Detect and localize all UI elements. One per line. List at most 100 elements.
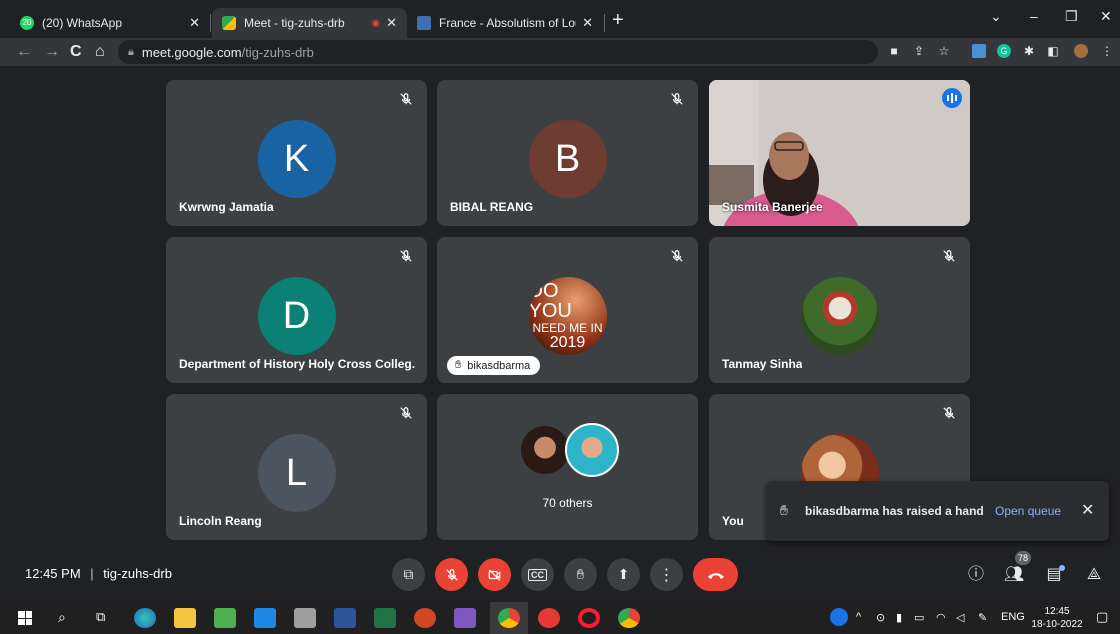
app-icon[interactable] [454, 608, 476, 628]
meet-control-bar: 12:45 PM | tig-zuhs-drb ⧉ CC ✋︎ ⬆ ⋮ ⓘ 👥︎… [0, 548, 1120, 600]
notification-icon[interactable]: ▢ [1096, 609, 1108, 625]
url-domain: meet.google.com [141, 44, 242, 60]
meeting-info: 12:45 PM | tig-zuhs-drb [25, 566, 172, 581]
present-screen-button[interactable]: ⬆ [607, 558, 640, 591]
participant-tile[interactable]: B BIBAL REANG [437, 80, 698, 226]
raise-hand-button[interactable]: ✋︎ [564, 558, 597, 591]
people-count-badge: 78 [1015, 551, 1031, 565]
leave-call-button[interactable] [693, 558, 738, 591]
back-button[interactable]: ← [16, 42, 32, 62]
home-button[interactable]: ⌂ [95, 42, 105, 62]
speaking-indicator-icon [942, 88, 962, 108]
wifi-icon[interactable]: ◠ [936, 611, 946, 624]
opera-icon[interactable] [578, 608, 600, 628]
reload-button[interactable]: C [70, 42, 82, 62]
word-icon[interactable] [334, 608, 356, 628]
address-bar[interactable]: 🔒︎ meet.google.com/tig-zuhs-drb [118, 40, 878, 64]
battery-icon[interactable]: ▭ [914, 611, 924, 624]
meeting-details-button[interactable]: ⓘ [965, 564, 987, 586]
participant-tile[interactable]: L Lincoln Reang [166, 394, 427, 540]
file-explorer-icon[interactable] [174, 608, 196, 628]
people-button[interactable]: 👥︎ 78 [1003, 551, 1031, 586]
pen-icon[interactable]: ✎ [978, 611, 987, 624]
close-toast-button[interactable]: ✕ [1081, 500, 1094, 520]
chat-button[interactable]: ▤ [1043, 564, 1065, 586]
participant-video-tile[interactable]: Susmita Banerjee [709, 80, 970, 226]
tab-meet[interactable]: Meet - tig-zuhs-drb ◉ ✕ [212, 8, 407, 38]
participant-tile[interactable]: Tanmay Sinha [709, 237, 970, 383]
help-icon[interactable] [830, 608, 848, 626]
activities-shapes-icon: ⟁ [1086, 566, 1102, 583]
start-button[interactable] [18, 611, 32, 625]
mail-icon[interactable] [254, 608, 276, 628]
avatar-text-line: 2019 [549, 334, 586, 351]
tab-france[interactable]: France - Absolutism of Louis | Bri ✕ [407, 8, 603, 38]
close-tab-icon[interactable]: ✕ [386, 15, 397, 31]
language-indicator[interactable]: ENG [1001, 611, 1025, 623]
menu-kebab-icon[interactable]: ⋮ [1100, 44, 1114, 58]
camera-in-use-icon[interactable]: ■ [887, 44, 901, 58]
volume-icon[interactable]: ◁ [956, 611, 964, 624]
side-panel-icon[interactable]: ◧ [1046, 44, 1060, 58]
extensions-puzzle-icon[interactable]: ✱ [1022, 44, 1036, 58]
share-icon[interactable]: ⇪ [912, 44, 926, 58]
tab-divider [604, 14, 605, 32]
close-window-button[interactable]: ✕ [1100, 8, 1112, 25]
toggle-mic-button[interactable] [435, 558, 468, 591]
tab-whatsapp[interactable]: 20 (20) WhatsApp ✕ [10, 8, 210, 38]
mic-off-icon [400, 407, 412, 419]
avatar: L [257, 434, 336, 512]
present-layout-button[interactable]: ⧉ [392, 558, 425, 591]
close-tab-icon[interactable]: ✕ [582, 15, 593, 31]
clock-time: 12:45 [1044, 606, 1070, 617]
extension-icon[interactable] [972, 44, 986, 58]
bookmark-star-icon[interactable]: ☆ [937, 44, 951, 58]
participant-tile[interactable]: DO YOU NEED ME IN 2019 ✋︎ bikasdbarma [437, 237, 698, 383]
chrome-icon[interactable] [498, 608, 520, 628]
more-options-button[interactable]: ⋮ [650, 558, 683, 591]
avatar-text-line: DO YOU [528, 280, 572, 322]
others-count: 70 others [542, 496, 593, 510]
mic-off-icon [400, 250, 412, 262]
powerpoint-icon[interactable] [414, 608, 436, 628]
minimize-button[interactable]: – [1030, 8, 1038, 24]
search-icon[interactable]: ⌕ [58, 609, 66, 626]
others-tile[interactable]: 70 others [437, 394, 698, 540]
new-tab-button[interactable]: + [612, 10, 624, 30]
profile-avatar[interactable] [1074, 44, 1088, 58]
avatar-photo [800, 277, 879, 355]
restore-button[interactable]: ❐ [1065, 8, 1078, 25]
tray-app-icon[interactable]: ⊙ [876, 611, 885, 624]
avatar: K [257, 120, 336, 198]
captions-button[interactable]: CC [521, 558, 554, 591]
participant-name: Kwrwng Jamatia [179, 200, 274, 214]
photos-icon[interactable] [294, 608, 316, 628]
store-icon[interactable] [214, 608, 236, 628]
close-tab-icon[interactable]: ✕ [189, 15, 200, 31]
open-queue-link[interactable]: Open queue [995, 504, 1061, 518]
toggle-camera-button[interactable] [478, 558, 511, 591]
chrome-profile-icon[interactable] [618, 608, 640, 628]
mic-tray-icon[interactable]: ▮ [896, 611, 902, 624]
raised-hand-toast: ✋︎ bikasdbarma has raised a hand Open qu… [766, 481, 1109, 541]
system-clock[interactable]: 12:45 18-10-2022 [1030, 605, 1084, 631]
excel-icon[interactable] [374, 608, 396, 628]
participant-name: Lincoln Reang [179, 514, 262, 528]
lock-icon: 🔒︎ [128, 45, 134, 58]
tray-chevron-icon[interactable]: ^ [856, 611, 861, 623]
activities-button[interactable]: ⟁ [1083, 564, 1105, 586]
browser-tab-strip: 20 (20) WhatsApp ✕ Meet - tig-zuhs-drb ◉… [0, 0, 1120, 38]
avatar-photo: DO YOU NEED ME IN 2019 [528, 277, 607, 355]
raised-hand-name-pill: ✋︎ bikasdbarma [447, 356, 541, 375]
participant-tile[interactable]: D Department of History Holy Cross Colle… [166, 237, 427, 383]
tab-search-chevron-icon[interactable]: ⌄ [990, 8, 1002, 25]
edge-icon[interactable] [134, 608, 156, 628]
task-view-icon[interactable]: ⧉ [96, 609, 105, 625]
forward-button[interactable]: → [44, 42, 60, 62]
participant-tile[interactable]: K Kwrwng Jamatia [166, 80, 427, 226]
participant-name: BIBAL REANG [450, 200, 534, 214]
app-p-icon[interactable] [538, 608, 560, 628]
grammarly-icon[interactable]: G [997, 44, 1011, 58]
hand-icon: ✋︎ [576, 566, 585, 582]
tab-title: France - Absolutism of Louis | Bri [439, 16, 576, 30]
